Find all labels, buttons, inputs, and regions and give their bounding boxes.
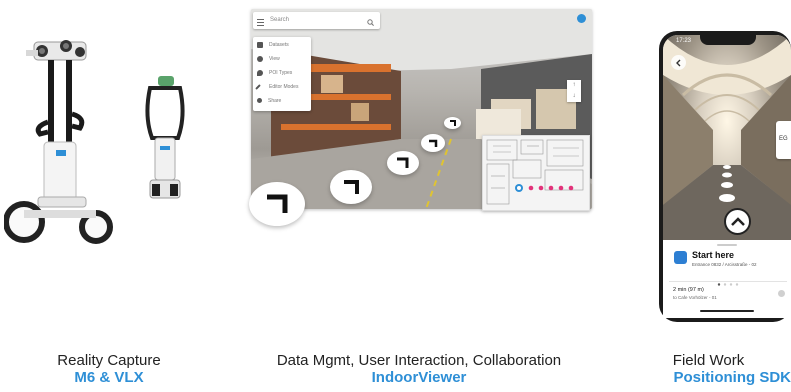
turn-arrow-icon bbox=[344, 180, 359, 194]
turn-arrow-icon bbox=[449, 120, 456, 126]
zoom-control[interactable]: ↑ ↓ bbox=[567, 80, 581, 102]
menu-label: Datasets bbox=[269, 42, 289, 48]
m6-trolley-scanner-image bbox=[4, 40, 113, 244]
side-menu: Datasets View POI Types Editor Modes Sha… bbox=[253, 37, 311, 111]
phone-notch bbox=[700, 35, 756, 45]
turn-arrow-icon bbox=[429, 139, 438, 147]
menu-label: View bbox=[269, 56, 280, 62]
floor-plan-minimap[interactable] bbox=[482, 135, 590, 211]
chevron-up-icon bbox=[730, 217, 745, 226]
grid-icon bbox=[257, 41, 263, 48]
close-icon[interactable] bbox=[778, 290, 785, 297]
chevron-left-icon bbox=[676, 59, 681, 66]
vlx-wearable-scanner-image bbox=[145, 76, 185, 199]
floor-label: EG bbox=[779, 136, 788, 142]
start-subtitle: Entrance 0832 / Arcisstraße - 02 bbox=[692, 262, 757, 267]
back-button[interactable] bbox=[671, 55, 686, 70]
menu-icon[interactable] bbox=[257, 17, 264, 26]
search-bar[interactable]: Search bbox=[253, 12, 380, 29]
share-icon bbox=[257, 98, 262, 104]
caption-field-work: Field Work Positioning SDK bbox=[626, 352, 791, 386]
page-dots bbox=[716, 273, 740, 286]
menu-item-share[interactable]: Share bbox=[257, 95, 281, 107]
navigation-arrow-large[interactable] bbox=[249, 182, 305, 226]
home-indicator bbox=[700, 310, 754, 312]
menu-item-editor-modes[interactable]: Editor Modes bbox=[255, 81, 299, 93]
start-title: Start here bbox=[692, 250, 735, 260]
floor-plan-image bbox=[486, 139, 584, 205]
navigation-arrow[interactable] bbox=[421, 134, 445, 152]
column-title: Field Work bbox=[672, 352, 745, 369]
product-name: Positioning SDK bbox=[673, 369, 791, 386]
column-title: Reality Capture bbox=[57, 352, 161, 369]
turn-arrow-icon bbox=[267, 194, 288, 213]
product-name: IndoorViewer bbox=[371, 369, 467, 386]
status-time: 17:23 bbox=[676, 38, 692, 44]
pin-icon bbox=[257, 69, 263, 76]
down-icon[interactable]: ↓ bbox=[567, 91, 581, 102]
side-info-card[interactable]: EG bbox=[776, 121, 791, 159]
menu-item-datasets[interactable]: Datasets bbox=[257, 39, 289, 51]
route-distance: 2 min (97 m) bbox=[673, 287, 704, 293]
sheet-handle[interactable] bbox=[717, 244, 737, 246]
route-destination: to Cafe Vorhölzer - 01 bbox=[673, 295, 717, 300]
column-title: Data Mgmt, User Interaction, Collaborati… bbox=[276, 352, 562, 369]
navigation-arrow[interactable] bbox=[387, 151, 419, 175]
pencil-icon bbox=[255, 83, 261, 90]
sheet-divider bbox=[669, 281, 787, 282]
navigation-arrow[interactable] bbox=[330, 170, 372, 204]
menu-item-view[interactable]: View bbox=[257, 53, 280, 65]
turn-arrow-icon bbox=[397, 157, 409, 168]
eye-icon bbox=[257, 55, 263, 62]
menu-label: Editor Modes bbox=[269, 84, 299, 90]
forward-arrow-button[interactable] bbox=[724, 208, 751, 235]
product-name: M6 & VLX bbox=[74, 369, 144, 386]
caption-indoorviewer: Data Mgmt, User Interaction, Collaborati… bbox=[244, 352, 594, 386]
navigation-arrow[interactable] bbox=[444, 117, 461, 129]
search-input[interactable]: Search bbox=[270, 12, 289, 29]
caption-reality-capture: Reality Capture M6 & VLX bbox=[19, 352, 199, 386]
menu-label: Share bbox=[268, 98, 282, 104]
user-avatar[interactable] bbox=[577, 14, 586, 23]
start-point-icon bbox=[674, 251, 687, 264]
menu-item-poi-types[interactable]: POI Types bbox=[257, 67, 292, 79]
menu-label: POI Types bbox=[269, 70, 293, 76]
up-icon[interactable]: ↑ bbox=[567, 80, 581, 91]
search-icon[interactable] bbox=[367, 17, 374, 34]
